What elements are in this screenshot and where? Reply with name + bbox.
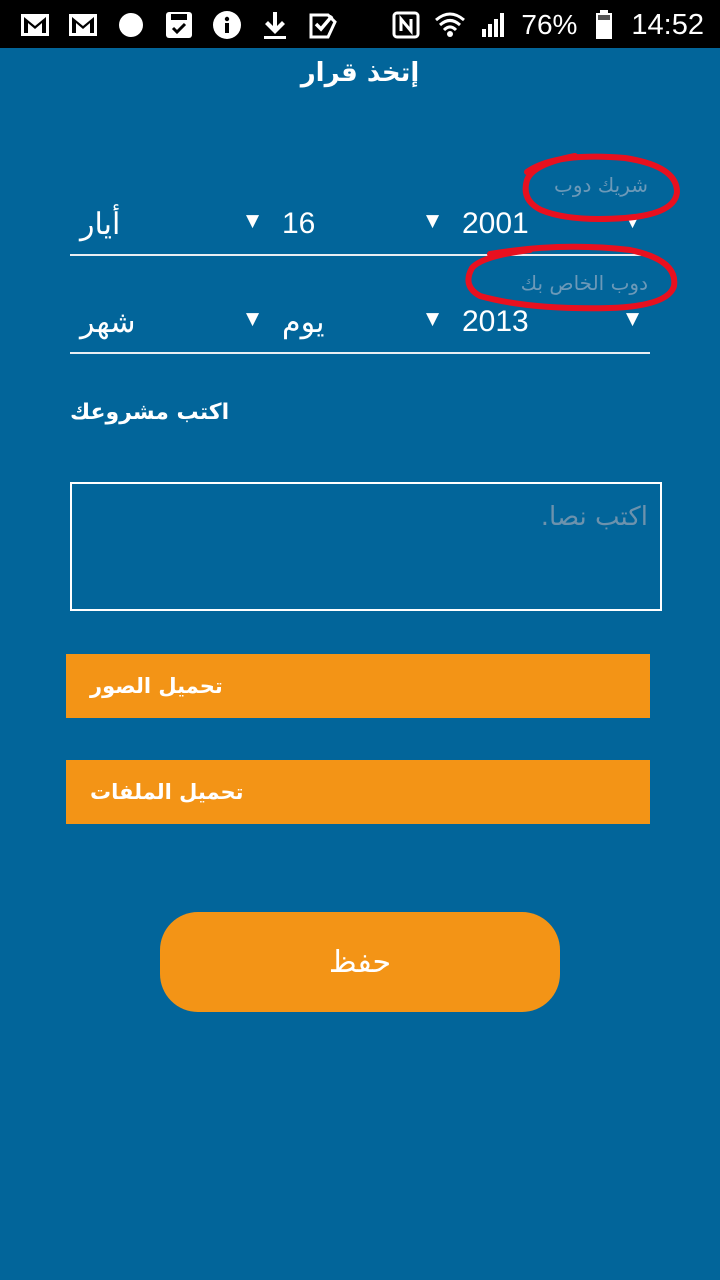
partner-month-select[interactable]: أيار <box>80 194 120 254</box>
own-day-value: يوم <box>282 305 325 339</box>
project-text-input[interactable]: اكتب نصا. <box>70 482 662 611</box>
gmail-icon <box>66 8 100 42</box>
circle-icon <box>114 8 148 42</box>
partner-day-select[interactable]: 16 <box>282 194 315 254</box>
save-icon <box>162 8 196 42</box>
upload-files-button[interactable]: تحميل الملفات <box>66 760 650 824</box>
battery-percent: 76% <box>521 9 578 40</box>
nfc-icon <box>389 8 423 42</box>
upload-photos-label: تحميل الصور <box>90 674 223 698</box>
project-label: اكتب مشروعك <box>70 400 230 425</box>
system-icons: 76% 14:52 <box>389 8 704 42</box>
own-month-value: شهر <box>80 305 136 339</box>
partner-day-value: 16 <box>282 207 316 240</box>
partner-month-value: أيار <box>80 207 121 241</box>
upload-files-label: تحميل الملفات <box>90 780 244 804</box>
project-placeholder: اكتب نصا. <box>540 502 648 532</box>
signal-icon <box>477 8 511 42</box>
save-button[interactable]: حفظ <box>160 912 560 1012</box>
upload-photos-button[interactable]: تحميل الصور <box>66 654 650 718</box>
save-label: حفظ <box>328 944 392 980</box>
wifi-icon <box>433 8 467 42</box>
own-month-select[interactable]: شهر <box>80 292 136 352</box>
dropdown-arrow-icon[interactable]: ▼ <box>246 309 259 329</box>
battery-icon <box>587 8 621 42</box>
page-title: إتخذ قرار <box>300 58 420 88</box>
dropdown-arrow-icon[interactable]: ▼ <box>626 211 639 231</box>
partner-year-select[interactable]: 2001 <box>462 194 529 254</box>
own-date-row: شهر ▼ يوم ▼ 2013 ▼ <box>70 292 650 354</box>
gmail-icon <box>18 8 52 42</box>
dropdown-arrow-icon[interactable]: ▼ <box>426 309 439 329</box>
dropdown-arrow-icon[interactable]: ▼ <box>626 309 639 329</box>
own-year-value: 2013 <box>462 305 529 338</box>
download-icon <box>258 8 292 42</box>
dropdown-arrow-icon[interactable]: ▼ <box>246 211 259 231</box>
notification-icons <box>18 8 340 42</box>
dropdown-arrow-icon[interactable]: ▼ <box>426 211 439 231</box>
clock: 14:52 <box>631 8 704 41</box>
info-icon <box>210 8 244 42</box>
status-bar: 76% 14:52 <box>0 0 720 48</box>
own-day-select[interactable]: يوم <box>282 292 324 352</box>
check-box-icon <box>306 8 340 42</box>
partner-date-row: أيار ▼ 16 ▼ 2001 ▼ <box>70 194 650 256</box>
partner-year-value: 2001 <box>462 207 529 240</box>
own-year-select[interactable]: 2013 <box>462 292 529 352</box>
